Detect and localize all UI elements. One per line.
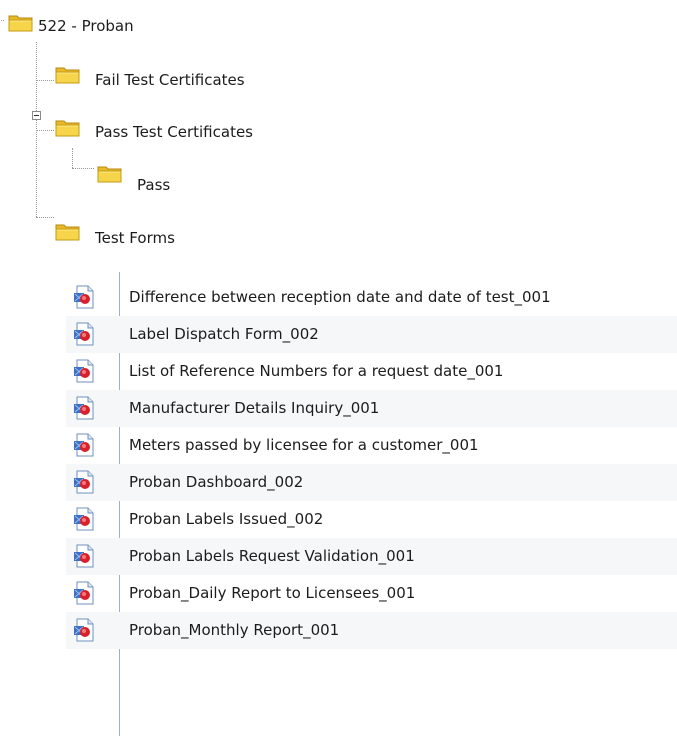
tree-connector [36, 80, 54, 81]
tree-connector [72, 168, 94, 169]
file-list: Difference between reception date and da… [66, 279, 677, 649]
list-item[interactable]: List of Reference Numbers for a request … [66, 353, 677, 390]
list-item[interactable]: Difference between reception date and da… [66, 279, 677, 316]
tree-connector [36, 217, 54, 218]
list-item[interactable]: Manufacturer Details Inquiry_001 [66, 390, 677, 427]
file-name[interactable]: Meters passed by licensee for a customer… [129, 436, 479, 454]
tree-connector [1, 20, 4, 21]
file-name[interactable]: Proban_Monthly Report_001 [129, 621, 339, 639]
list-item[interactable]: Proban_Daily Report to Licensees_001 [66, 575, 677, 612]
file-name[interactable]: Label Dispatch Form_002 [129, 325, 319, 343]
collapse-toggle-icon[interactable] [32, 111, 41, 120]
pdf-report-icon[interactable] [72, 396, 94, 420]
list-item[interactable]: Proban Labels Request Validation_001 [66, 538, 677, 575]
pdf-report-icon[interactable] [72, 285, 94, 309]
pdf-report-icon[interactable] [72, 470, 94, 494]
folder-icon[interactable] [55, 65, 81, 85]
tree-connector [36, 130, 54, 131]
file-name[interactable]: Proban_Daily Report to Licensees_001 [129, 584, 415, 602]
folder-icon[interactable] [55, 222, 81, 242]
pdf-report-icon[interactable] [72, 618, 94, 642]
tree-node-pass[interactable]: Pass [137, 176, 170, 194]
file-name[interactable]: Proban Labels Request Validation_001 [129, 547, 415, 565]
file-name[interactable]: List of Reference Numbers for a request … [129, 362, 503, 380]
pdf-report-icon[interactable] [72, 507, 94, 531]
tree-node-test-forms[interactable]: Test Forms [95, 229, 175, 247]
folder-icon[interactable] [8, 13, 34, 33]
list-item[interactable]: Proban Labels Issued_002 [66, 501, 677, 538]
file-name[interactable]: Proban Labels Issued_002 [129, 510, 323, 528]
pdf-report-icon[interactable] [72, 544, 94, 568]
pdf-report-icon[interactable] [72, 322, 94, 346]
pdf-report-icon[interactable] [72, 581, 94, 605]
folder-icon[interactable] [55, 118, 81, 138]
tree-node-fail-test-certificates[interactable]: Fail Test Certificates [95, 71, 245, 89]
pdf-report-icon[interactable] [72, 359, 94, 383]
list-item[interactable]: Proban_Monthly Report_001 [66, 612, 677, 649]
tree-node-root-label[interactable]: 522 - Proban [38, 17, 134, 35]
tree-connector [72, 148, 73, 168]
list-item[interactable]: Meters passed by licensee for a customer… [66, 427, 677, 464]
list-item[interactable]: Label Dispatch Form_002 [66, 316, 677, 353]
list-item[interactable]: Proban Dashboard_002 [66, 464, 677, 501]
file-name[interactable]: Difference between reception date and da… [129, 288, 551, 306]
tree-node-pass-test-certificates[interactable]: Pass Test Certificates [95, 123, 253, 141]
file-name[interactable]: Proban Dashboard_002 [129, 473, 303, 491]
folder-icon[interactable] [97, 164, 123, 184]
pdf-report-icon[interactable] [72, 433, 94, 457]
file-name[interactable]: Manufacturer Details Inquiry_001 [129, 399, 379, 417]
